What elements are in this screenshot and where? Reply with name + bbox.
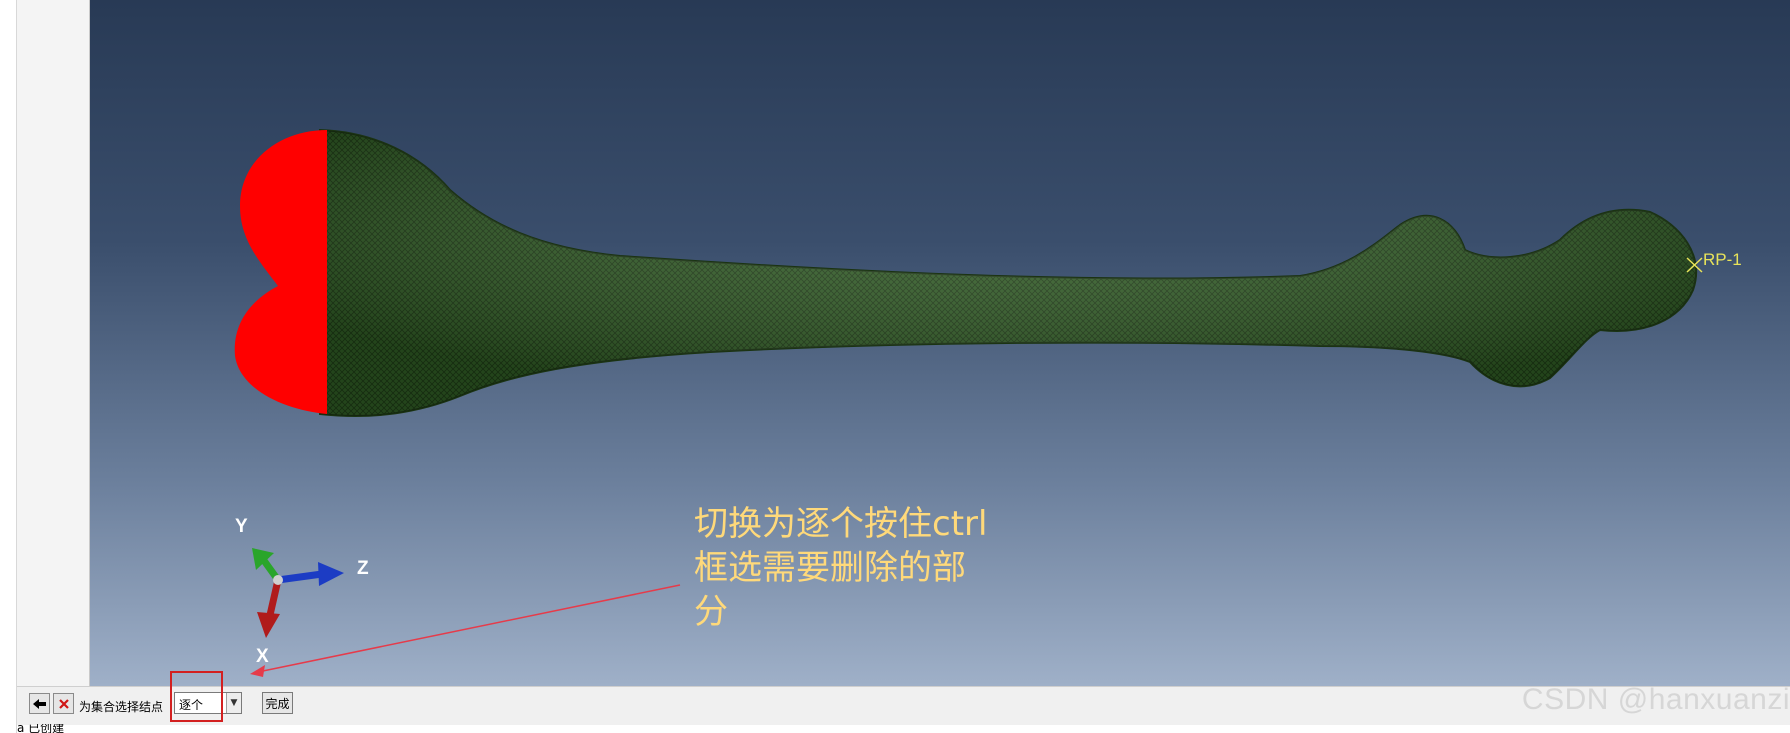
annotation-arrow: [250, 584, 681, 677]
x-axis-label: X: [256, 646, 269, 667]
close-icon: [58, 698, 69, 709]
arrow-left-icon: [33, 698, 46, 709]
y-axis-label: Y: [235, 516, 248, 537]
annotation-line: 框选需要删除的部: [694, 548, 966, 588]
left-edge-strip: [0, 0, 17, 733]
annotation-line: 切换为逐个按住ctrl: [694, 504, 988, 544]
highlight-box: [170, 671, 223, 722]
annotation-line: 分: [694, 592, 728, 632]
reference-point-label: RP-1: [1703, 250, 1742, 269]
cancel-button[interactable]: [53, 693, 74, 714]
graphics-viewport[interactable]: RP-1 Y Z X 切换为逐个按住ctrl 框选需要删除的部 分: [90, 0, 1790, 686]
z-axis-label: Z: [357, 558, 369, 579]
chevron-down-icon[interactable]: ▼: [226, 693, 241, 713]
prompt-label: 为集合选择结点: [79, 700, 164, 714]
done-button[interactable]: 完成: [262, 692, 293, 714]
model-tree-panel[interactable]: [17, 0, 90, 686]
message-area-line: a 已创建: [17, 724, 65, 733]
axis-triad: [252, 548, 344, 638]
femur-mesh[interactable]: [319, 128, 1698, 417]
back-button[interactable]: [29, 693, 50, 714]
annotation-text: 切换为逐个按住ctrl 框选需要删除的部 分: [694, 502, 1024, 634]
selected-nodes-region[interactable]: [234, 130, 327, 414]
watermark: CSDN @hanxuanzi: [1521, 683, 1790, 716]
